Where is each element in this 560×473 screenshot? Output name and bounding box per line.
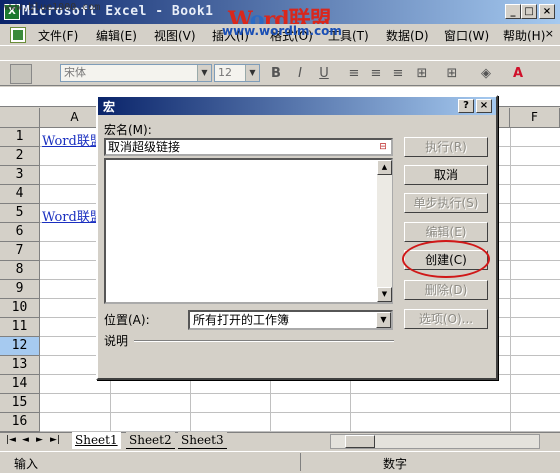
row-header[interactable]: 3 <box>0 166 40 185</box>
location-label: 位置(A): <box>104 313 150 327</box>
row-header[interactable]: 4 <box>0 185 40 204</box>
step-into-button[interactable]: 单步执行(S) <box>404 193 488 213</box>
align-center-icon[interactable]: ≡ <box>366 65 386 83</box>
workbook-icon[interactable] <box>10 27 26 43</box>
select-all-corner[interactable] <box>0 108 40 128</box>
bold-button[interactable]: B <box>266 65 286 83</box>
description-label: 说明 <box>104 334 129 348</box>
workbook-close-icon[interactable]: × <box>545 27 554 40</box>
location-select[interactable]: 所有打开的工作簿 <box>188 310 393 330</box>
highlight-ellipse <box>402 240 490 278</box>
description-divider <box>134 340 394 342</box>
align-right-icon[interactable]: ≡ <box>388 65 408 83</box>
last-sheet-icon[interactable]: ►| <box>50 435 60 445</box>
status-bar <box>0 451 560 473</box>
menu-window[interactable]: 窗口(W) <box>444 27 489 44</box>
row-header[interactable]: 5 <box>0 204 40 223</box>
gridline-vertical <box>510 128 511 432</box>
menu-file[interactable]: 文件(F) <box>38 27 78 44</box>
watermark-side-url: www.blue1000.com <box>4 2 101 13</box>
horizontal-scroll-thumb[interactable] <box>345 435 375 448</box>
gridline-horizontal <box>40 412 560 413</box>
align-left-icon[interactable]: ≡ <box>344 65 364 83</box>
gridline-horizontal <box>40 393 560 394</box>
row-header[interactable]: 16 <box>0 413 40 432</box>
options-button[interactable]: 选项(O)... <box>404 309 488 329</box>
menu-edit[interactable]: 编辑(E) <box>96 27 137 44</box>
chevron-down-icon: ▼ <box>245 65 259 81</box>
first-sheet-icon[interactable]: |◄ <box>6 435 16 445</box>
status-mode: 输入 <box>14 457 39 471</box>
row-header[interactable]: 9 <box>0 280 40 299</box>
cancel-button[interactable]: 取消 <box>404 165 488 185</box>
chevron-down-icon: ▼ <box>197 65 211 81</box>
dialog-close-icon[interactable]: × <box>476 99 492 113</box>
tab-sheet3[interactable]: Sheet3 <box>178 432 227 449</box>
help-icon[interactable]: ? <box>458 99 474 113</box>
row-header[interactable]: 1 <box>0 128 40 147</box>
chevron-down-icon[interactable]: ▼ <box>376 312 391 328</box>
prev-sheet-icon[interactable]: ◄ <box>22 435 29 445</box>
edit-button[interactable]: 编辑(E) <box>404 222 488 242</box>
row-header[interactable]: 2 <box>0 147 40 166</box>
macro-list-scrollbar[interactable] <box>377 160 392 302</box>
dialog-title-bar[interactable] <box>98 97 496 115</box>
next-sheet-icon[interactable]: ► <box>36 435 43 445</box>
minimize-button[interactable]: _ <box>505 4 521 19</box>
row-header[interactable]: 7 <box>0 242 40 261</box>
collapse-dialog-icon[interactable]: ⊟ <box>376 140 390 154</box>
menu-view[interactable]: 视图(V) <box>154 27 196 44</box>
font-name-select[interactable]: 宋体 ▼ <box>60 64 212 82</box>
tab-sheet2[interactable]: Sheet2 <box>126 432 175 449</box>
row-header[interactable]: 12 <box>0 337 40 356</box>
status-num: 数字 <box>383 457 408 471</box>
scroll-up-icon[interactable]: ▲ <box>377 160 392 175</box>
font-size-select[interactable]: 12 ▼ <box>214 64 260 82</box>
tab-sheet1[interactable]: Sheet1 <box>72 432 121 449</box>
watermark-url: www.wordlm.com <box>222 24 342 38</box>
maximize-button[interactable]: □ <box>521 4 537 19</box>
run-button[interactable]: 执行(R) <box>404 137 488 157</box>
row-header[interactable]: 15 <box>0 394 40 413</box>
macro-name-input[interactable]: 取消超级链接 <box>104 138 393 156</box>
status-divider <box>300 453 301 471</box>
column-header-f[interactable]: F <box>510 108 560 128</box>
macro-list[interactable] <box>104 158 393 304</box>
dialog-title: 宏 <box>103 100 116 114</box>
row-header[interactable]: 11 <box>0 318 40 337</box>
row-header[interactable]: 10 <box>0 299 40 318</box>
close-button[interactable]: × <box>539 4 555 19</box>
macro-name-label: 宏名(M): <box>104 123 152 137</box>
row-header[interactable]: 6 <box>0 223 40 242</box>
cell-a1-hyperlink[interactable]: Word联盟 <box>42 130 103 149</box>
row-header[interactable]: 14 <box>0 375 40 394</box>
save-icon[interactable] <box>10 64 32 84</box>
font-color-button[interactable]: A <box>508 65 528 83</box>
menu-data[interactable]: 数据(D) <box>386 27 429 44</box>
cell-a5-hyperlink[interactable]: Word联盟 <box>42 206 103 225</box>
merge-center-icon[interactable]: ⊞ <box>412 65 432 83</box>
delete-button[interactable]: 删除(D) <box>404 280 488 300</box>
menu-help[interactable]: 帮助(H) <box>503 27 545 44</box>
underline-button[interactable]: U <box>314 65 334 83</box>
row-header[interactable]: 13 <box>0 356 40 375</box>
row-header[interactable]: 8 <box>0 261 40 280</box>
fill-color-icon[interactable]: ◈ <box>476 65 496 83</box>
scroll-down-icon[interactable]: ▼ <box>377 287 392 302</box>
borders-icon[interactable]: ⊞ <box>442 65 462 83</box>
italic-button[interactable]: I <box>290 65 310 83</box>
